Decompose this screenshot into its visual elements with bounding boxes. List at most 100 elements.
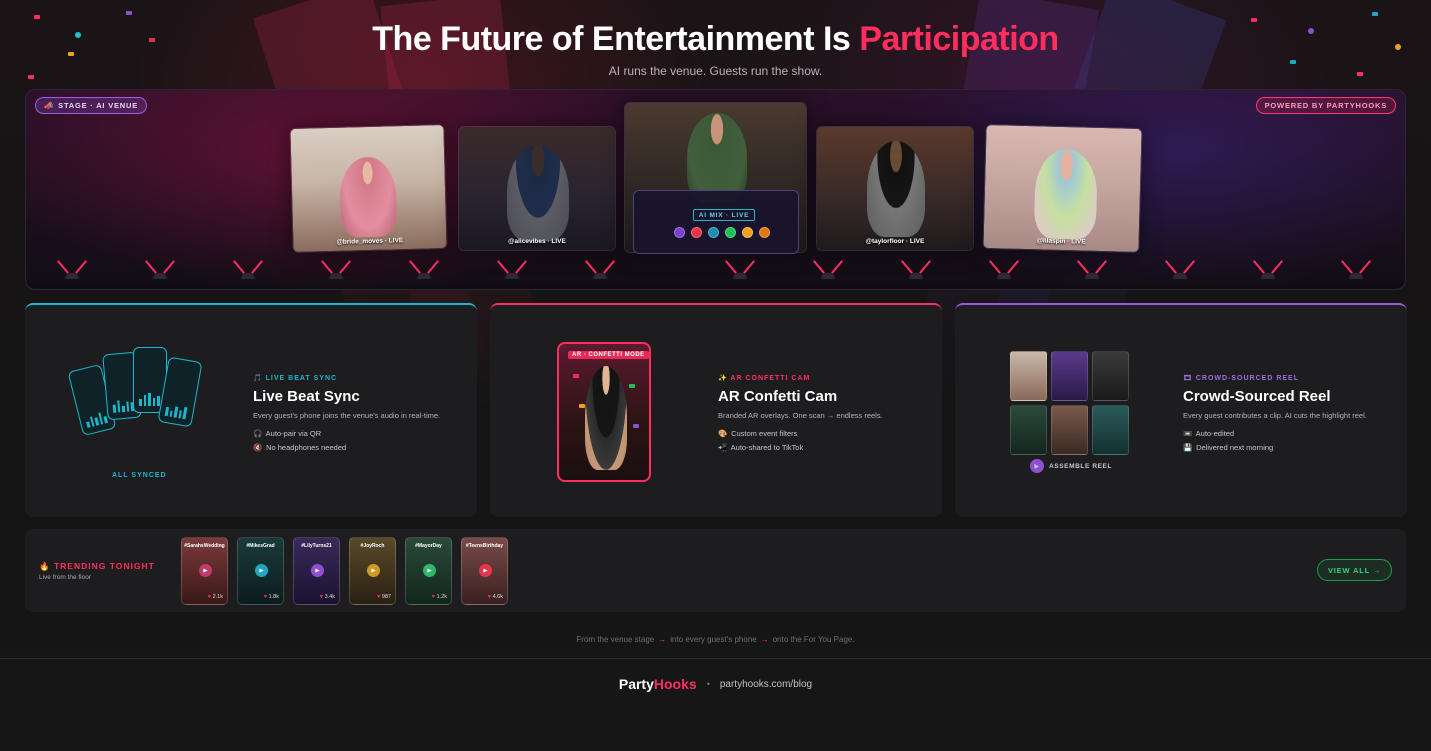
page-title-main: The Future of Entertainment Is	[372, 20, 860, 58]
heart-icon: ♥	[319, 594, 324, 600]
ar-mode-badge: AR · CONFETTI MODE	[568, 351, 649, 359]
live-feed-card[interactable]: @taylorfloor · LIVE	[816, 126, 974, 251]
play-icon[interactable]: ▶	[423, 564, 436, 577]
ar-phone-preview: AR · CONFETTI MODE	[557, 342, 651, 482]
flow-step: onto the For You Page.	[772, 635, 855, 644]
reel-tile[interactable]	[1051, 351, 1088, 401]
stage-light-icon	[58, 265, 86, 279]
reel-tile[interactable]	[1051, 405, 1088, 455]
stage-light-icon	[1254, 265, 1282, 279]
feature-card-ar-cam[interactable]: AR · CONFETTI MODE ✨ AR CONFETTI CAM AR …	[490, 303, 942, 517]
cassette-icon: 📼	[1183, 429, 1193, 438]
confetti-piece	[629, 384, 635, 388]
brand-part: Party	[618, 676, 654, 692]
feature-description: Every guest contributes a clip. AI cuts …	[1183, 411, 1367, 420]
clip-likes: ♥ 1.8k	[264, 594, 279, 600]
confetti-piece	[579, 404, 585, 408]
heart-icon: ♥	[207, 594, 212, 600]
view-all-button[interactable]: VIEW ALL →	[1317, 559, 1392, 581]
flow-caption: From the venue stage → into every guest's …	[0, 635, 1431, 644]
arrow-right-icon: →	[760, 635, 769, 644]
brand-logo[interactable]: PartyHooks	[619, 676, 697, 692]
feature-bullet-text: No headphones needed	[266, 443, 347, 452]
palette-icon: 🎨	[718, 429, 728, 438]
trending-subtitle: Live from the floor	[39, 574, 92, 581]
footer: PartyHooks • partyhooks.com/blog	[0, 676, 1431, 692]
stage-label-text: STAGE · AI VENUE	[58, 101, 139, 110]
mix-dot[interactable]	[708, 227, 719, 238]
mix-dot[interactable]	[742, 227, 753, 238]
feature-bullet-text: Auto-edited	[1195, 429, 1235, 438]
feature-bullet: 🎧 Auto-pair via QR	[253, 429, 321, 438]
stage-light-icon	[1078, 265, 1106, 279]
heart-icon: ♥	[377, 594, 381, 600]
feature-bullet: 🔇 No headphones needed	[253, 443, 346, 452]
reel-tile[interactable]	[1092, 351, 1129, 401]
footer-separator: •	[706, 679, 710, 689]
mix-dot[interactable]	[759, 227, 770, 238]
trending-title: 🔥 TRENDING TONIGHT	[39, 561, 155, 571]
confetti-piece	[633, 424, 639, 428]
stage-light-icon	[1166, 265, 1194, 279]
live-feed-card[interactable]: @bride_moves · LIVE	[289, 123, 448, 254]
mix-dot[interactable]	[691, 227, 702, 238]
live-feed-card[interactable]: @alicevibes · LIVE	[458, 126, 616, 251]
clip-like-count: 3.4k	[324, 594, 335, 600]
trending-clip[interactable]: #JoyRoch ▶ ♥ 987	[349, 537, 396, 605]
trending-panel: 🔥 TRENDING TONIGHT Live from the floor #…	[25, 529, 1406, 612]
trending-clip[interactable]: #MayorDay ▶ ♥ 1.2k	[405, 537, 452, 605]
clip-likes: ♥ 987	[377, 594, 391, 600]
dancer-figure	[1033, 148, 1099, 240]
confetti-piece	[1372, 12, 1378, 16]
feature-description: Branded AR overlays. One scan → endless …	[718, 411, 883, 420]
mix-dot[interactable]	[674, 227, 685, 238]
dancer-figure	[867, 141, 925, 237]
clip-tag: #TeensBirthday	[465, 543, 504, 549]
reel-tile[interactable]	[1010, 405, 1047, 455]
feature-bullet: 💾 Delivered next morning	[1183, 443, 1273, 452]
assemble-reel-label: ASSEMBLE REEL	[1049, 462, 1113, 470]
all-synced-caption: ALL SYNCED	[112, 472, 167, 479]
play-icon[interactable]: ▶	[479, 564, 492, 577]
reel-tile[interactable]	[1010, 351, 1047, 401]
trending-clip[interactable]: #TeensBirthday ▶ ♥ 4.6k	[461, 537, 508, 605]
stage-light-icon	[234, 265, 262, 279]
clip-likes: ♥ 2.1k	[208, 594, 223, 600]
ai-mix-label: AI MIX · LIVE	[693, 209, 755, 221]
play-icon[interactable]: ▶	[367, 564, 380, 577]
heart-icon: ♥	[431, 594, 436, 600]
stage-light-icon	[586, 265, 614, 279]
mix-dot[interactable]	[725, 227, 736, 238]
stage-light-icon	[902, 265, 930, 279]
trending-clip[interactable]: #MikesGrad ▶ ♥ 1.8k	[237, 537, 284, 605]
blog-link[interactable]: partyhooks.com/blog	[720, 679, 812, 690]
feed-handle: @taylorfloor · LIVE	[865, 238, 925, 245]
reel-tile[interactable]	[1092, 405, 1129, 455]
feature-card-crowd-reel[interactable]: ▶ ASSEMBLE REEL 🎞 CROWD-SOURCED REEL Cro…	[955, 303, 1407, 517]
stage-light-icon	[146, 265, 174, 279]
feature-eyebrow: 🎵 LIVE BEAT SYNC	[253, 375, 338, 382]
clip-like-count: 987	[381, 594, 391, 600]
dancer-figure	[507, 145, 569, 241]
feature-bullet: 📲 Auto-shared to TikTok	[718, 443, 803, 452]
flow-step: into every guest's phone	[670, 635, 757, 644]
heart-icon: ♥	[263, 594, 268, 600]
mute-icon: 🔇	[253, 443, 263, 452]
flow-step: From the venue stage	[576, 635, 655, 644]
trending-clip[interactable]: #SarahsWedding ▶ ♥ 2.1k	[181, 537, 228, 605]
feed-handle: @alicevibes · LIVE	[508, 238, 566, 245]
feature-card-beat-sync[interactable]: ALL SYNCED 🎵 LIVE BEAT SYNC Live Beat Sy…	[25, 303, 477, 517]
clip-likes: ♥ 1.2k	[432, 594, 447, 600]
assemble-reel-button[interactable]: ▶ ASSEMBLE REEL	[1030, 459, 1112, 473]
play-icon[interactable]: ▶	[199, 564, 212, 577]
clip-likes: ♥ 3.4k	[320, 594, 335, 600]
play-icon[interactable]: ▶	[255, 564, 268, 577]
trending-clip[interactable]: #LilyTurns21 ▶ ♥ 3.4k	[293, 537, 340, 605]
share-phone-icon: 📲	[718, 443, 728, 452]
confetti-piece	[126, 11, 132, 15]
confetti-piece	[34, 15, 40, 19]
clip-like-count: 4.6k	[492, 594, 503, 600]
live-feed-card[interactable]: @lilaspin · LIVE	[982, 123, 1143, 254]
play-icon[interactable]: ▶	[311, 564, 324, 577]
confetti-piece	[573, 374, 579, 378]
